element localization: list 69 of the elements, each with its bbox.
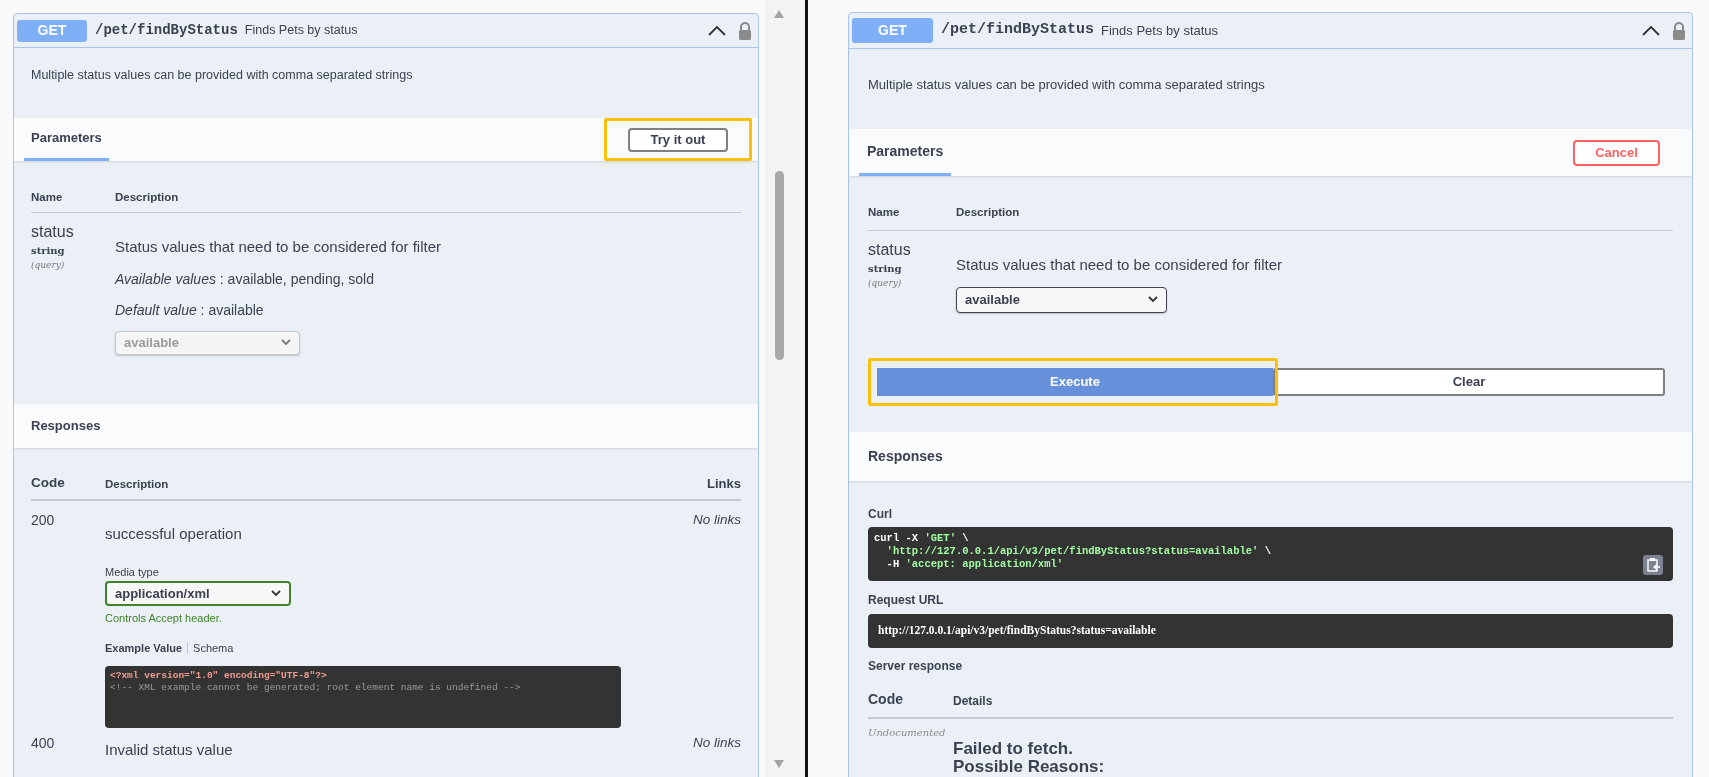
response-description: successful operation [105, 524, 243, 545]
code-line: <?xml version="1.0" encoding="UTF-8"?> [110, 670, 328, 683]
column-header: Description [956, 205, 1020, 220]
media-type-hint: Controls Accept header. [105, 611, 223, 627]
chevron-down-icon[interactable] [1148, 296, 1158, 304]
column-header: Code [31, 474, 66, 492]
error-message: Possible Reasons: [953, 758, 1106, 776]
example-tab[interactable]: Schema [193, 639, 234, 657]
media-type-label: Media type [105, 564, 160, 580]
copy-icon[interactable] [1643, 555, 1663, 575]
example-tab[interactable]: Example Value [105, 639, 183, 657]
column-header: Name [868, 205, 901, 220]
method-badge: GET [17, 19, 87, 42]
status-select: available [115, 330, 300, 355]
scrollbar-thumb[interactable] [774, 171, 784, 360]
endpoint-path[interactable]: /pet/findByStatus [95, 20, 238, 41]
code-line: <!-- XML example cannot be generated; root element name is undefined --> [110, 682, 522, 695]
response-code: 200 [31, 511, 56, 531]
request-url: http://127.0.0.1/api/v3/pet/findByStatus?status=available [878, 623, 1156, 639]
endpoint-description: Multiple status values can be provided with comma separated strings [868, 76, 1266, 94]
column-header: Description [115, 190, 179, 205]
parameter-note: Available values : available, pending, sold [115, 269, 375, 289]
code-line: curl -X 'GET' \ [874, 532, 969, 545]
endpoint-path[interactable]: /pet/findByStatus [941, 19, 1095, 42]
parameter-description: Status values that need to be considered for filter [956, 255, 1283, 276]
response-description: Invalid status value [105, 740, 234, 761]
lock-icon[interactable] [738, 21, 752, 40]
chevron-up-icon[interactable] [708, 25, 726, 36]
section-title: Responses [868, 447, 943, 466]
column-header: Code [868, 690, 904, 709]
scroll-up-arrow-icon[interactable] [774, 10, 784, 18]
response-code: Undocumented [868, 726, 946, 740]
parameters-tab[interactable]: Parameters [24, 118, 109, 161]
status-select[interactable]: available [956, 286, 1167, 313]
chevron-up-icon[interactable] [1642, 25, 1660, 36]
parameter-note: Default value : available [115, 300, 265, 320]
column-header: Links [707, 474, 741, 493]
request-url-label: Request URL [868, 592, 945, 609]
response-links: No links [693, 511, 741, 530]
method-badge: GET [852, 18, 933, 43]
response-code: 400 [31, 734, 56, 754]
server-response-label: Server response [868, 658, 964, 675]
response-links: No links [693, 734, 741, 753]
code-line: 'http://127.0.0.1/api/v3/pet/findByStatus?status=available' \ [885, 545, 1271, 558]
clear-button[interactable]: Clear [1273, 368, 1665, 396]
lock-icon[interactable] [1672, 21, 1686, 40]
code-line: -H 'accept: application/xml' [885, 558, 1064, 571]
parameter-name: status [31, 223, 75, 242]
endpoint-summary: Finds Pets by status [1101, 21, 1219, 40]
column-header: Name [31, 190, 64, 205]
endpoint-description: Multiple status values can be provided with comma separated strings [31, 67, 414, 84]
parameter-location: (query) [31, 259, 66, 273]
scroll-down-arrow-icon[interactable] [774, 760, 784, 768]
media-type-select[interactable]: application/xml [105, 581, 291, 607]
scrollbar-track[interactable] [765, 0, 805, 777]
parameter-location: (query) [868, 277, 903, 291]
parameters-tab[interactable]: Parameters [859, 129, 952, 176]
error-message: Failed to fetch. [953, 740, 1074, 758]
curl-label: Curl [868, 506, 893, 523]
endpoint-summary: Finds Pets by status [244, 22, 358, 40]
try-it-out-button[interactable]: Try it out [628, 127, 728, 152]
column-header: Description [105, 477, 170, 492]
parameter-type: string [868, 262, 903, 277]
section-title: Responses [31, 417, 101, 436]
parameter-name: status [868, 241, 912, 260]
parameter-type: string [31, 244, 66, 259]
column-header: Details [953, 693, 993, 710]
parameter-description: Status values that need to be considered for filter [115, 237, 442, 258]
chevron-down-icon[interactable] [271, 590, 281, 598]
